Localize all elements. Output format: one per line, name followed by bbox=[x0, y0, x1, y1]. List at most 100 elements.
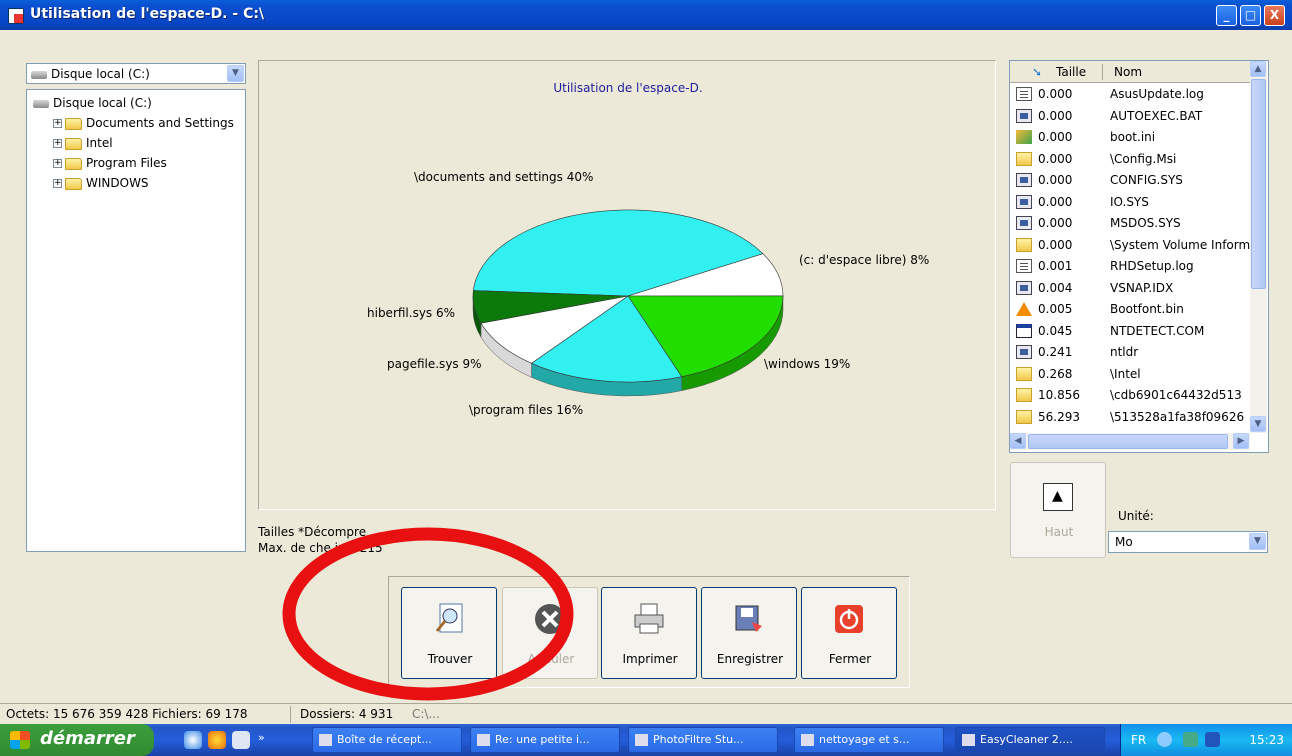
more-icon[interactable]: » bbox=[258, 731, 268, 749]
print-button[interactable]: Imprimer bbox=[601, 587, 697, 679]
chevron-down-icon[interactable]: ▼ bbox=[227, 65, 244, 82]
pie-label: hiberfil.sys 6% bbox=[367, 306, 455, 320]
vertical-scrollbar[interactable]: ▲ ▼ bbox=[1250, 61, 1267, 433]
file-name: \Config.Msi bbox=[1110, 151, 1177, 166]
scroll-left-icon[interactable]: ◀ bbox=[1010, 433, 1026, 449]
network-icon[interactable] bbox=[1183, 732, 1198, 747]
unit-select-value: Mo bbox=[1115, 535, 1133, 549]
tray-arrow-icon[interactable] bbox=[1157, 732, 1172, 747]
expand-icon[interactable]: + bbox=[53, 119, 62, 128]
file-list-row[interactable]: 0.268 \Intel bbox=[1010, 364, 1250, 385]
file-size: 0.000 bbox=[1038, 130, 1073, 144]
file-list-row[interactable]: 0.000 CONFIG.SYS bbox=[1010, 170, 1250, 191]
task-nettoyage[interactable]: nettoyage et s... bbox=[794, 727, 944, 753]
mail-icon[interactable] bbox=[232, 731, 250, 749]
tree-root[interactable]: Disque local (C:) bbox=[33, 93, 152, 113]
file-name: Bootfont.bin bbox=[1110, 302, 1184, 316]
file-list-row[interactable]: 0.045 NTDETECT.COM bbox=[1010, 321, 1250, 342]
tree-item-intel[interactable]: + Intel bbox=[53, 133, 113, 153]
file-size: 0.000 bbox=[1038, 194, 1073, 209]
maximize-button[interactable]: □ bbox=[1240, 5, 1261, 26]
file-sys-icon bbox=[1016, 345, 1032, 359]
scroll-right-icon[interactable]: ▶ bbox=[1233, 433, 1249, 449]
unit-label: Unité: bbox=[1118, 509, 1154, 523]
file-size: 0.000 bbox=[1038, 108, 1073, 123]
file-doc-icon bbox=[1016, 87, 1032, 101]
title-bar[interactable]: Utilisation de l'espace-D. - C:\ _ □ X bbox=[0, 0, 1292, 30]
file-list-row[interactable]: 0.001 RHDSetup.log bbox=[1010, 256, 1250, 277]
file-img-icon bbox=[1016, 130, 1032, 144]
horizontal-scrollbar[interactable]: ◀ ▶ bbox=[1010, 433, 1250, 450]
file-name: ntldr bbox=[1110, 345, 1139, 359]
file-list-row[interactable]: 0.000 \System Volume Inform bbox=[1010, 235, 1250, 256]
file-list-row[interactable]: 10.856 \cdb6901c64432d513 bbox=[1010, 385, 1250, 406]
file-size: 0.045 bbox=[1038, 323, 1073, 338]
tree-item-label: Documents and Settings bbox=[86, 116, 234, 130]
file-list-row[interactable]: 56.293 \513528a1fa38f09626 bbox=[1010, 407, 1250, 428]
scroll-up-icon[interactable]: ▲ bbox=[1250, 61, 1266, 77]
language-indicator[interactable]: FR bbox=[1131, 733, 1146, 747]
task-easycleaner[interactable]: EasyCleaner 2.... bbox=[955, 727, 1105, 753]
start-button[interactable]: démarrer bbox=[0, 724, 154, 756]
file-folder2-icon bbox=[1016, 388, 1032, 402]
column-size[interactable]: Taille bbox=[1056, 65, 1086, 79]
expand-icon[interactable]: + bbox=[53, 139, 62, 148]
column-name[interactable]: Nom bbox=[1114, 65, 1142, 79]
ie-icon[interactable] bbox=[184, 731, 202, 749]
hscroll-thumb[interactable] bbox=[1028, 434, 1228, 449]
file-sys-icon bbox=[1016, 216, 1032, 230]
pie-label: pagefile.sys 9% bbox=[387, 357, 482, 371]
pie-label: \program files 16% bbox=[469, 403, 583, 417]
folder-tree[interactable]: Disque local (C:) + Documents and Setting… bbox=[26, 89, 246, 552]
print-button-label: Imprimer bbox=[622, 652, 678, 666]
sort-icon[interactable]: ➘ bbox=[1032, 65, 1042, 79]
tree-item-program-files[interactable]: + Program Files bbox=[53, 153, 167, 173]
expand-icon[interactable]: + bbox=[53, 179, 62, 188]
file-list-row[interactable]: 0.004 VSNAP.IDX bbox=[1010, 278, 1250, 299]
file-size: 0.268 bbox=[1038, 366, 1073, 381]
file-size: 0.000 bbox=[1038, 237, 1073, 252]
file-name: \Intel bbox=[1110, 366, 1141, 381]
file-list-row[interactable]: 0.000 MSDOS.SYS bbox=[1010, 213, 1250, 234]
drive-selector[interactable]: Disque local (C:) ▼ bbox=[26, 63, 246, 84]
expand-icon[interactable]: + bbox=[53, 159, 62, 168]
status-extra: C:\... bbox=[412, 707, 440, 721]
windows-logo-icon bbox=[10, 731, 30, 749]
close-button[interactable]: Fermer bbox=[801, 587, 897, 679]
save-icon bbox=[735, 605, 762, 632]
tree-item-label: Intel bbox=[86, 136, 113, 150]
file-cone-icon bbox=[1016, 302, 1032, 316]
file-list-row[interactable]: 0.000 IO.SYS bbox=[1010, 192, 1250, 213]
disk-icon bbox=[33, 99, 49, 108]
file-list-row[interactable]: 0.000 \Config.Msi bbox=[1010, 149, 1250, 170]
file-list-row[interactable]: 0.000 AUTOEXEC.BAT bbox=[1010, 106, 1250, 127]
file-list-row[interactable]: 0.005 Bootfont.bin bbox=[1010, 299, 1250, 320]
task-photofiltre[interactable]: PhotoFiltre Stu... bbox=[628, 727, 778, 753]
folder-icon bbox=[65, 157, 82, 170]
browser-icon[interactable] bbox=[208, 731, 226, 749]
scroll-down-icon[interactable]: ▼ bbox=[1250, 416, 1266, 432]
tree-item-documents[interactable]: + Documents and Settings bbox=[53, 113, 234, 133]
file-list-row[interactable]: 0.241 ntldr bbox=[1010, 342, 1250, 363]
file-list-row[interactable]: 0.000 boot.ini bbox=[1010, 127, 1250, 148]
task-reply[interactable]: Re: une petite i... bbox=[470, 727, 620, 753]
minimize-button[interactable]: _ bbox=[1216, 5, 1237, 26]
close-window-button[interactable]: X bbox=[1264, 5, 1285, 26]
start-label: démarrer bbox=[40, 728, 135, 749]
file-list[interactable]: ➘ Taille Nom 0.000 AsusUpdate.log 0.000 AUT… bbox=[1009, 60, 1269, 453]
unit-select[interactable]: Mo ▼ bbox=[1108, 531, 1268, 553]
file-size: 0.004 bbox=[1038, 280, 1073, 295]
file-name: boot.ini bbox=[1110, 130, 1156, 144]
chevron-down-icon[interactable]: ▼ bbox=[1249, 533, 1266, 550]
system-tray: FR 15:23 bbox=[1120, 724, 1292, 756]
file-folder2-icon bbox=[1016, 237, 1032, 252]
file-list-row[interactable]: 0.000 AsusUpdate.log bbox=[1010, 84, 1250, 105]
task-inbox[interactable]: Boîte de récept... bbox=[312, 727, 462, 753]
pie-chart[interactable]: \documents and settings 40% (c: d'espace … bbox=[259, 61, 997, 511]
up-button[interactable]: Haut bbox=[1010, 462, 1106, 558]
scroll-thumb[interactable] bbox=[1251, 79, 1266, 289]
chart-panel: Utilisation de l'espace-D. \documents an… bbox=[258, 60, 996, 510]
save-button[interactable]: Enregistrer bbox=[701, 587, 797, 679]
monitor-icon[interactable] bbox=[1205, 732, 1220, 747]
tree-item-windows[interactable]: + WINDOWS bbox=[53, 173, 149, 193]
